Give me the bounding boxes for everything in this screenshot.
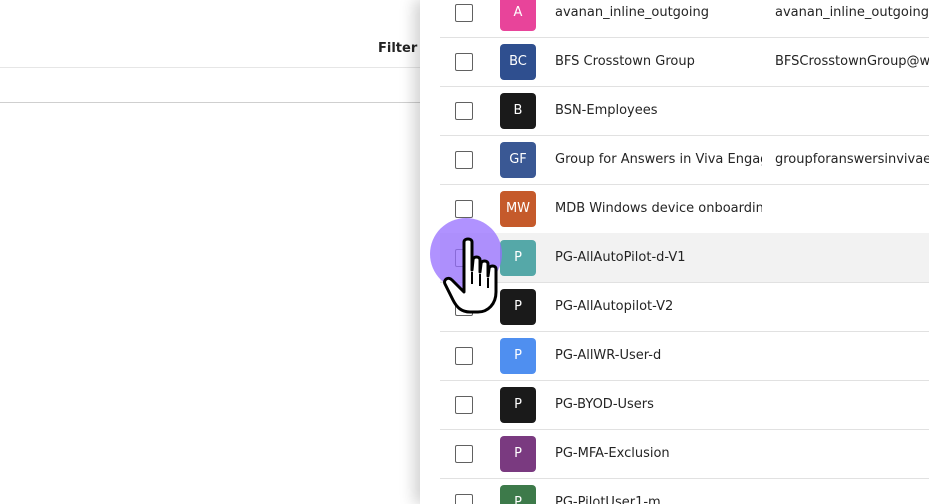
group-row[interactable]: P PG-AllWR-User-d: [440, 331, 929, 381]
group-row[interactable]: P PG-AllAutoPilot-d-V1: [440, 233, 929, 283]
group-row[interactable]: BC BFS Crosstown Group BFSCrosstownGroup@w…: [440, 37, 929, 87]
group-avatar: P: [500, 386, 536, 423]
group-row[interactable]: P PG-AllAutopilot-V2: [440, 282, 929, 332]
group-row[interactable]: P PG-PilotUser1-m: [440, 478, 929, 504]
divider: [0, 102, 420, 103]
group-name: PG-AllAutoPilot-d-V1: [555, 250, 686, 265]
select-checkbox[interactable]: [455, 444, 473, 463]
group-avatar: A: [500, 0, 536, 31]
select-checkbox[interactable]: [455, 395, 473, 414]
group-row[interactable]: MW MDB Windows device onboarding g: [440, 184, 929, 234]
divider: [0, 67, 420, 68]
group-avatar: GF: [500, 141, 536, 178]
select-checkbox[interactable]: [455, 346, 473, 365]
group-row[interactable]: P PG-MFA-Exclusion: [440, 429, 929, 479]
select-checkbox[interactable]: [455, 493, 473, 504]
group-name: PG-MFA-Exclusion: [555, 446, 670, 461]
group-name: BFS Crosstown Group: [555, 54, 695, 69]
group-row[interactable]: GF Group for Answers in Viva Engage – grou…: [440, 135, 929, 185]
group-name: PG-AllWR-User-d: [555, 348, 662, 363]
group-name: MDB Windows device onboarding g: [555, 201, 762, 216]
group-avatar: B: [500, 92, 536, 129]
select-checkbox[interactable]: [455, 52, 473, 71]
filter-label[interactable]: Filter m: [378, 41, 420, 56]
select-checkbox[interactable]: [455, 3, 473, 22]
group-name: PG-BYOD-Users: [555, 397, 654, 412]
group-avatar: P: [500, 337, 536, 374]
group-email: BFSCrosstownGroup@worl: [775, 54, 929, 69]
hand-pointer-icon: [443, 237, 498, 314]
select-checkbox[interactable]: [455, 101, 473, 120]
group-row[interactable]: B BSN-Employees: [440, 86, 929, 136]
group-email: groupforanswersinvivaenga: [775, 152, 929, 167]
group-avatar: P: [500, 435, 536, 472]
group-row[interactable]: P PG-BYOD-Users: [440, 380, 929, 430]
group-name: BSN-Employees: [555, 103, 658, 118]
group-row[interactable]: Aavanan_inline_outgoing avanan_inline_out…: [440, 0, 929, 38]
select-checkbox[interactable]: [455, 199, 473, 218]
group-avatar: BC: [500, 43, 536, 80]
select-checkbox[interactable]: [455, 150, 473, 169]
group-avatar: P: [500, 484, 536, 504]
group-name: avanan_inline_outgoing: [555, 5, 709, 20]
group-email: avanan_inline_outgoing@wo: [775, 5, 929, 20]
group-name: Group for Answers in Viva Engage –: [555, 152, 762, 167]
group-avatar: MW: [500, 190, 536, 227]
group-name: PG-AllAutopilot-V2: [555, 299, 674, 314]
group-name: PG-PilotUser1-m: [555, 495, 661, 504]
